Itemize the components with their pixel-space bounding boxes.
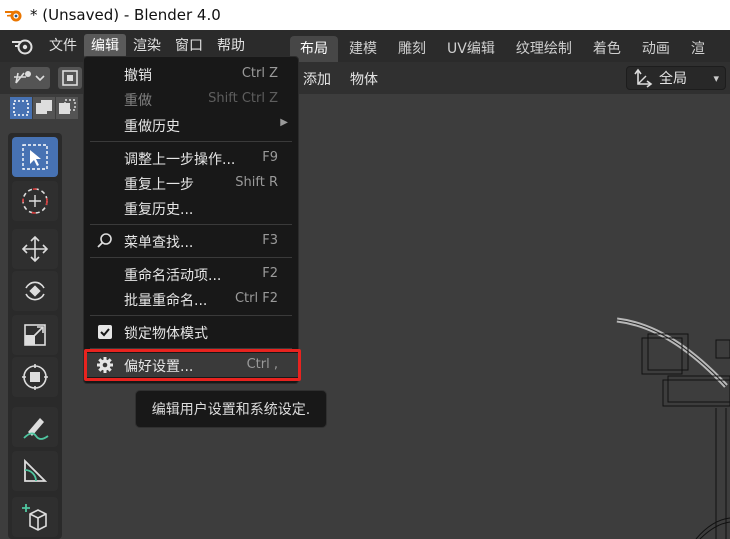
shortcut-label: Ctrl F2 [234,291,278,306]
menu-item-repeat-history[interactable]: 重复历史... [84,196,298,220]
shortcut-label: F9 [262,150,278,165]
menu-render[interactable]: 渲染 [126,34,168,58]
highlight-annotation-box [84,349,301,381]
menu-item-label: 批量重命名... [124,293,208,309]
menu-edit[interactable]: 编辑 [84,34,126,58]
select-mode-group [10,97,79,121]
cursor-arrow-icon [22,144,48,170]
menu-item-undo-history[interactable]: 重做历史 ▶ [84,113,298,137]
frame-icon [62,70,78,86]
menu-item-label: 锁定物体模式 [124,326,208,342]
menu-item-batch-rename[interactable]: 批量重命名... Ctrl F2 [84,287,298,311]
window-titlebar: * (Unsaved) - Blender 4.0 [0,0,730,30]
transform-orientation-value: 全局 [659,71,687,87]
tab-shading[interactable]: 着色 [583,36,631,62]
menu-file[interactable]: 文件 [42,34,84,58]
blender-logo-icon[interactable] [10,36,36,56]
menu-item-adjust-last-operation[interactable]: 调整上一步操作... F9 [84,146,298,170]
menu-item-label: 重做历史 [124,119,180,135]
tab-uv-editing[interactable]: UV编辑 [437,36,505,62]
tab-sculpting[interactable]: 雕刻 [388,36,436,62]
select-mode-subtract-button[interactable] [56,97,78,119]
shortcut-label: Ctrl Z [241,66,278,81]
add-menu[interactable]: 添加 [303,69,331,89]
tooltip-text: 编辑用户设置和系统设定. [151,402,311,418]
pencil-annotate-icon [23,418,49,440]
transform-icon [22,364,48,390]
move-arrows-icon [21,235,49,263]
menu-item-label: 重复历史... [124,202,194,218]
tool-annotate[interactable] [12,407,58,447]
tool-shelf [8,133,62,539]
menu-item-rename-active[interactable]: 重命名活动项... F2 [84,262,298,286]
workspace-tabs: 布局 建模 雕刻 UV编辑 纹理绘制 着色 动画 渲 [290,30,716,62]
select-mode-extend-button[interactable] [33,97,55,119]
editor-type-button[interactable] [10,67,50,89]
rotate-icon [25,281,45,301]
tool-move[interactable] [12,229,58,269]
tool-rotate[interactable] [12,271,58,311]
menu-window[interactable]: 窗口 [168,34,210,58]
transform-orientation-dropdown[interactable]: 全局 ▾ [626,66,726,90]
shortcut-label: F2 [262,266,278,281]
menu-item-label: 调整上一步操作... [124,152,236,168]
scale-icon [24,324,46,346]
view-mode-button[interactable] [58,67,82,89]
tool-measure[interactable] [12,451,58,491]
orientation-axes-icon [634,68,653,88]
menu-item-redo[interactable]: 重做 Shift Ctrl Z [84,87,298,111]
tab-modeling[interactable]: 建模 [339,36,387,62]
menu-help[interactable]: 帮助 [210,34,252,58]
blender-app-icon [4,7,24,23]
menu-separator [90,315,292,316]
select-subtract-icon [59,99,76,114]
menu-item-undo[interactable]: 撤销 Ctrl Z [84,62,298,86]
axis-cursor-icon [14,71,45,84]
tool-cursor[interactable] [12,181,58,221]
submenu-arrow-icon: ▶ [280,117,288,128]
tab-animation[interactable]: 动画 [632,36,680,62]
menu-separator [90,257,292,258]
shortcut-label: F3 [262,233,278,248]
select-new-icon [13,100,29,116]
menu-item-menu-search[interactable]: 菜单查找... F3 [84,229,298,253]
menu-item-label: 重复上一步 [124,177,194,193]
menu-separator [90,224,292,225]
window-title: * (Unsaved) - Blender 4.0 [30,6,221,24]
menu-item-label: 重做 [124,93,152,109]
select-extend-icon [36,100,52,114]
preferences-tooltip: 编辑用户设置和系统设定. [135,390,327,428]
3d-cursor-icon [22,188,48,214]
tab-texture-paint[interactable]: 纹理绘制 [506,36,582,62]
shortcut-label: Shift R [235,175,278,190]
menu-separator [90,141,292,142]
search-icon [96,232,114,250]
checkbox-checked-icon[interactable] [96,323,114,341]
tool-scale[interactable] [12,315,58,355]
tool-add-cube[interactable] [12,497,58,537]
tool-select-box[interactable] [12,137,58,177]
menu-item-repeat-last[interactable]: 重复上一步 Shift R [84,171,298,195]
edit-dropdown-menu: 撤销 Ctrl Z 重做 Shift Ctrl Z 重做历史 ▶ 调整上一步操作… [83,56,299,384]
menu-item-label: 撤销 [124,68,152,84]
add-cube-icon [22,504,47,531]
menu-item-label: 菜单查找... [124,235,194,251]
shortcut-label: Shift Ctrl Z [208,91,278,106]
ruler-measure-icon [24,458,48,482]
select-mode-new-button[interactable] [10,97,32,119]
object-menu[interactable]: 物体 [350,69,378,89]
chevron-down-icon: ▾ [713,71,719,85]
tab-rendering[interactable]: 渲 [681,36,715,62]
menu-item-lock-object-modes[interactable]: 锁定物体模式 [84,320,298,344]
menu-item-label: 重命名活动项... [124,268,222,284]
tool-transform[interactable] [12,357,58,397]
